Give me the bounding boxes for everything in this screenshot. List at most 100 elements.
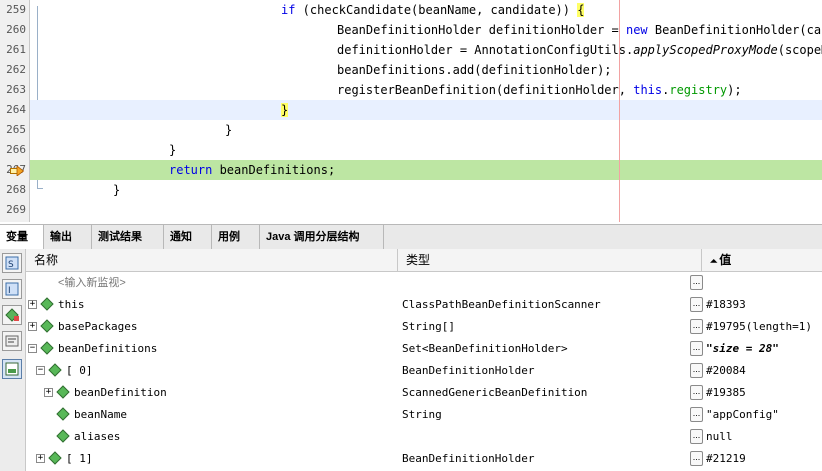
variable-value[interactable]: #20084 xyxy=(706,360,746,382)
variable-field-icon xyxy=(40,297,54,311)
variable-row[interactable]: aliases... null xyxy=(26,426,822,448)
variable-row[interactable]: − [ 0] BeanDefinitionHolder... #20084 xyxy=(26,360,822,382)
table-header: 名称 类型 ⏶ 值 xyxy=(26,249,822,272)
new-watch-button[interactable] xyxy=(2,305,22,325)
code-line[interactable]: registerBeanDefinition(definitionHolder,… xyxy=(57,80,822,100)
fold-guide-end xyxy=(37,188,43,189)
code-text: return beanDefinitions; xyxy=(169,160,335,180)
show-values-as-text-button[interactable] xyxy=(2,359,22,379)
edit-value-button[interactable]: ... xyxy=(690,429,703,444)
code-text: BeanDefinitionHolder definitionHolder = … xyxy=(337,20,822,40)
code-line[interactable]: beanDefinitions.add(definitionHolder); xyxy=(57,60,822,80)
right-margin-guide xyxy=(619,0,620,222)
variable-type: String xyxy=(402,408,442,421)
edit-value-button[interactable]: ... xyxy=(690,407,703,422)
variable-row[interactable]: − beanDefinitions Set<BeanDefinitionHolder… xyxy=(26,338,822,360)
tab-label: 用例 xyxy=(218,231,240,243)
new-watch-placeholder[interactable]: <输入新监视> xyxy=(58,272,126,294)
edit-value-button[interactable]: ... xyxy=(690,341,703,356)
code-line[interactable]: } xyxy=(57,180,822,200)
variable-value[interactable]: null xyxy=(706,426,733,448)
expand-toggle[interactable]: + xyxy=(28,322,37,331)
variable-value[interactable]: #19385 xyxy=(706,382,746,404)
line-number[interactable]: 264 xyxy=(0,100,26,120)
code-token: (scopeMetadata, definitionHolder, this.r… xyxy=(777,43,822,57)
line-number[interactable]: 263 xyxy=(0,80,26,100)
variable-value[interactable]: #18393 xyxy=(706,294,746,316)
sort-ascending-icon: ⏶ xyxy=(710,256,718,266)
code-line[interactable]: } xyxy=(57,100,822,120)
variable-row[interactable]: + basePackages String[]... #19795(length=1) xyxy=(26,316,822,338)
code-editor[interactable]: 259260261262263264265266267268269 if (ch… xyxy=(0,0,822,222)
expand-toggle[interactable]: + xyxy=(36,454,45,463)
customize-button[interactable]: ... xyxy=(690,275,703,290)
edit-value-button[interactable]: ... xyxy=(690,451,703,466)
variable-row[interactable]: + beanDefinition ScannedGenericBeanDefinit… xyxy=(26,382,822,404)
tab-5[interactable]: Java 调用分层结构 xyxy=(260,225,384,249)
code-area[interactable]: if (checkCandidate(beanName, candidate))… xyxy=(57,0,822,222)
edit-value-button[interactable]: ... xyxy=(690,363,703,378)
column-header-name[interactable]: 名称 xyxy=(26,249,398,271)
variable-row[interactable]: + [ 1] BeanDefinitionHolder... #21219 xyxy=(26,448,822,470)
edit-value-button[interactable]: ... xyxy=(690,297,703,312)
code-line[interactable] xyxy=(57,200,822,220)
column-header-type[interactable]: 类型 xyxy=(398,249,702,271)
line-number[interactable]: 265 xyxy=(0,120,26,140)
edit-value-button[interactable]: ... xyxy=(690,385,703,400)
variable-value[interactable]: "size = 28" xyxy=(706,338,779,360)
debugger-tab-bar: 变量⌘ 输出 测试结果 通知 用例 Java 调用分层结构 xyxy=(0,224,822,267)
tab-label: 变量 xyxy=(6,231,28,243)
code-text: if (checkCandidate(beanName, candidate))… xyxy=(281,0,585,20)
expand-toggle[interactable]: + xyxy=(28,300,37,309)
tab-1[interactable]: 输出 xyxy=(44,225,92,249)
program-counter-arrow-icon[interactable] xyxy=(10,166,24,176)
code-line[interactable]: if (checkCandidate(beanName, candidate))… xyxy=(57,0,822,20)
code-text: } xyxy=(113,180,120,200)
code-text: beanDefinitions.add(definitionHolder); xyxy=(337,60,612,80)
tab-4[interactable]: 用例 xyxy=(212,225,260,249)
variables-table[interactable]: 名称 类型 ⏶ 值 <输入新监视>... + this ClassPathBeanDef… xyxy=(26,249,822,471)
tab-2[interactable]: 测试结果 xyxy=(92,225,164,249)
code-line[interactable]: definitionHolder = AnnotationConfigUtils… xyxy=(57,40,822,60)
collapse-toggle[interactable]: − xyxy=(28,344,37,353)
code-line[interactable]: } xyxy=(57,120,822,140)
code-text: registerBeanDefinition(definitionHolder,… xyxy=(337,80,742,100)
variable-value[interactable]: #19795(length=1) xyxy=(706,316,812,338)
tab-3[interactable]: 通知 xyxy=(164,225,212,249)
line-number[interactable]: 266 xyxy=(0,140,26,160)
expand-toggle[interactable]: + xyxy=(44,388,53,397)
variable-type: BeanDefinitionHolder xyxy=(402,364,535,377)
line-number[interactable]: 269 xyxy=(0,200,26,220)
code-line[interactable]: } xyxy=(57,140,822,160)
line-number[interactable]: 268 xyxy=(0,180,26,200)
line-number[interactable]: 261 xyxy=(0,40,26,60)
variable-value[interactable]: #21219 xyxy=(706,448,746,470)
variable-row[interactable]: beanName String... "appConfig" xyxy=(26,404,822,426)
line-number[interactable]: 259 xyxy=(0,0,26,20)
code-token: { xyxy=(577,3,585,17)
line-number[interactable]: 260 xyxy=(0,20,26,40)
variable-field-icon xyxy=(48,363,62,377)
variable-row[interactable]: + this ClassPathBeanDefinitionScanner... #1… xyxy=(26,294,822,316)
new-watch-row[interactable]: <输入新监视>... xyxy=(26,272,822,294)
variable-name: beanName xyxy=(74,408,127,421)
variable-type: String[] xyxy=(402,320,455,333)
variable-type: Set<BeanDefinitionHolder> xyxy=(402,342,568,355)
code-token: } xyxy=(113,183,121,197)
show-inherited-button[interactable]: I xyxy=(2,279,22,299)
evaluate-expression-button[interactable] xyxy=(2,331,22,351)
line-number[interactable]: 262 xyxy=(0,60,26,80)
current-execution-line[interactable]: return beanDefinitions; xyxy=(57,160,822,180)
show-static-button[interactable]: S xyxy=(2,253,22,273)
line-number-gutter[interactable]: 259260261262263264265266267268269 xyxy=(0,0,30,222)
tab-label: 输出 xyxy=(50,231,72,243)
edit-value-button[interactable]: ... xyxy=(690,319,703,334)
variable-value[interactable]: "appConfig" xyxy=(706,404,779,426)
column-header-value[interactable]: ⏶ 值 xyxy=(702,249,822,271)
collapse-toggle[interactable]: − xyxy=(36,366,45,375)
code-line[interactable]: BeanDefinitionHolder definitionHolder = … xyxy=(57,20,822,40)
svg-text:S: S xyxy=(8,260,14,270)
code-token: this xyxy=(633,83,663,97)
tab-0[interactable]: 变量⌘ xyxy=(0,225,44,267)
code-token: if xyxy=(281,3,296,17)
